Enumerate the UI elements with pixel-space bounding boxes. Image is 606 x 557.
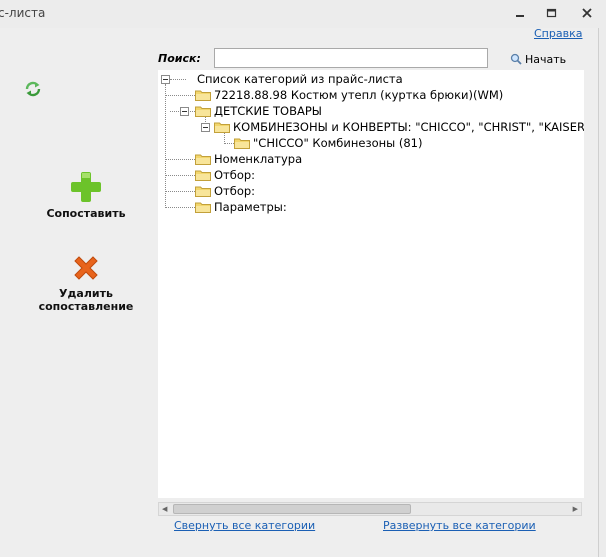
tree-root-label: Список категорий из прайс-листа <box>197 72 403 86</box>
close-button[interactable] <box>576 4 598 22</box>
search-icon <box>510 53 522 65</box>
tree-item-label: Номенклатура <box>214 152 303 166</box>
delete-button-label-2: сопоставление <box>38 300 134 313</box>
refresh-icon <box>25 81 41 97</box>
expand-all-link[interactable]: Развернуть все категории <box>383 519 536 532</box>
tree-overalls-expander[interactable] <box>201 123 210 132</box>
collapse-all-link[interactable]: Свернуть все категории <box>174 519 315 532</box>
tree-connector <box>165 175 195 176</box>
folder-icon <box>195 154 211 165</box>
tree-item-label: ДЕТСКИЕ ТОВАРЫ <box>214 104 322 118</box>
tree-item-label: Отбор: <box>214 184 256 198</box>
folder-icon <box>234 138 250 149</box>
tree-item-label: Отбор: <box>214 168 256 182</box>
category-tree[interactable]: Список категорий из прайс-листа 72218.88… <box>158 70 584 498</box>
minimize-button[interactable] <box>509 4 531 22</box>
search-label: Поиск: <box>158 52 201 65</box>
folder-icon <box>195 170 211 181</box>
tree-connector <box>165 191 195 192</box>
window-title: с-листа <box>0 6 46 20</box>
close-icon <box>582 8 592 18</box>
tree-item-label: "CHICCO" Комбинезоны (81) <box>253 136 423 150</box>
title-bar: с-листа <box>0 0 606 28</box>
tree-item-label: КОМБИНЕЗОНЫ и КОНВЕРТЫ: "CHICCO", "CHRIS… <box>233 120 584 134</box>
tree-item-filter-1[interactable]: Отбор: <box>195 167 255 183</box>
refresh-button[interactable] <box>24 80 42 98</box>
tree-item-chicco[interactable]: "CHICCO" Комбинезоны (81) <box>234 135 422 151</box>
search-input[interactable] <box>214 48 488 68</box>
tree-item-label: 72218.88.98 Костюм утепл (куртка брюки)(… <box>214 88 504 102</box>
tree-connector <box>165 207 195 208</box>
horizontal-scrollbar[interactable]: ◀ ▶ <box>158 502 582 516</box>
delete-button-label-1: Удалить <box>59 287 113 300</box>
start-search-button[interactable]: Начать <box>510 50 566 68</box>
scroll-left-arrow-icon[interactable]: ◀ <box>162 505 167 513</box>
tree-item-label: Параметры: <box>214 200 287 214</box>
plus-icon <box>71 172 101 202</box>
tree-connector <box>165 84 166 208</box>
folder-icon <box>195 186 211 197</box>
tree-item-overalls[interactable]: КОМБИНЕЗОНЫ и КОНВЕРТЫ: "CHICCO", "CHRIS… <box>214 119 584 135</box>
scroll-right-arrow-icon[interactable]: ▶ <box>573 505 578 513</box>
tree-item-costume[interactable]: 72218.88.98 Костюм утепл (куртка брюки)(… <box>195 87 503 103</box>
map-button[interactable]: Сопоставить <box>44 170 128 220</box>
start-search-label: Начать <box>525 52 567 66</box>
folder-icon <box>195 90 211 101</box>
folder-icon <box>195 202 211 213</box>
window-border <box>598 28 606 557</box>
tree-item-parameters[interactable]: Параметры: <box>195 199 287 215</box>
tree-item-filter-2[interactable]: Отбор: <box>195 183 255 199</box>
folder-icon <box>195 106 211 117</box>
tree-connector <box>224 143 234 144</box>
tree-connector <box>165 159 195 160</box>
help-link[interactable]: Справка <box>534 27 582 40</box>
tree-connector <box>170 79 186 80</box>
tree-item-nomenclature[interactable]: Номенклатура <box>195 151 302 167</box>
folder-icon <box>214 122 230 133</box>
maximize-icon <box>546 8 557 18</box>
map-button-label: Сопоставить <box>46 207 126 220</box>
tree-root-node[interactable]: Список категорий из прайс-листа <box>194 71 403 87</box>
tree-root-expander[interactable] <box>161 75 170 84</box>
delete-x-icon <box>74 256 98 280</box>
tree-item-kids-goods[interactable]: ДЕТСКИЕ ТОВАРЫ <box>195 103 322 119</box>
tree-kids-expander[interactable] <box>180 107 189 116</box>
maximize-button[interactable] <box>541 4 563 22</box>
tree-connector <box>165 95 195 96</box>
delete-mapping-button[interactable]: Удалить сопоставление <box>36 252 136 313</box>
scrollbar-thumb[interactable] <box>173 504 411 514</box>
minimize-icon <box>516 15 524 17</box>
